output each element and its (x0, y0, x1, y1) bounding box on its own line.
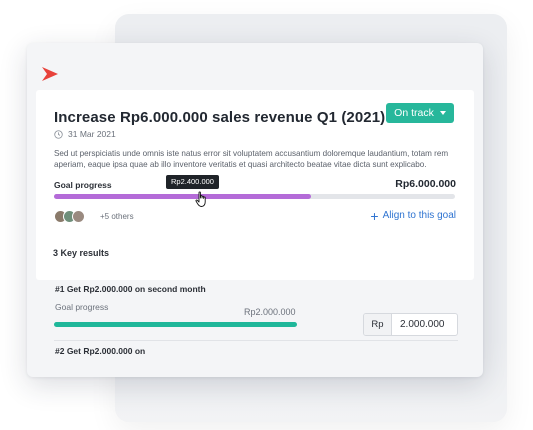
key-result-1-value[interactable]: 2.000.000 (392, 314, 457, 335)
others-count: +5 others (100, 212, 134, 221)
key-result-1-progress-label: Goal progress (55, 302, 109, 312)
align-link-label: Align to this goal (382, 210, 456, 221)
goal-progress-fill (54, 194, 311, 199)
key-result-1-value-input[interactable]: Rp 2.000.000 (363, 313, 458, 336)
key-result-2-title: #2 Get Rp2.000.000 on (55, 346, 146, 356)
align-to-goal-link[interactable]: + Align to this goal (370, 207, 456, 224)
member-avatars[interactable] (54, 210, 85, 223)
goal-target-value: Rp6.000.000 (395, 178, 456, 190)
goal-title: Increase Rp6.000.000 sales revenue Q1 (2… (54, 109, 386, 126)
status-dropdown-button[interactable]: On track (386, 103, 454, 123)
key-result-divider (54, 340, 458, 341)
goal-progress-bar[interactable] (54, 194, 455, 199)
caret-down-icon (439, 111, 446, 115)
key-result-1-title: #1 Get Rp2.000.000 on second month (55, 284, 206, 294)
key-results-heading: 3 Key results (53, 248, 110, 258)
goal-progress-label: Goal progress (54, 180, 112, 190)
goal-date-row: 31 Mar 2021 (54, 129, 116, 139)
key-result-1-progress-bar (54, 322, 297, 327)
goal-date: 31 Mar 2021 (68, 129, 116, 139)
currency-addon: Rp (364, 314, 392, 335)
brand-logo-icon (42, 67, 58, 81)
hand-cursor-icon (195, 191, 206, 207)
clock-icon (54, 129, 63, 139)
progress-tooltip: Rp2.400.000 (166, 175, 219, 189)
goal-description: Sed ut perspiciatis unde omnis iste natu… (54, 149, 449, 169)
status-label: On track (394, 107, 434, 119)
plus-icon: + (370, 207, 379, 224)
avatar (72, 210, 85, 223)
key-result-1-target: Rp2.000.000 (244, 307, 296, 317)
